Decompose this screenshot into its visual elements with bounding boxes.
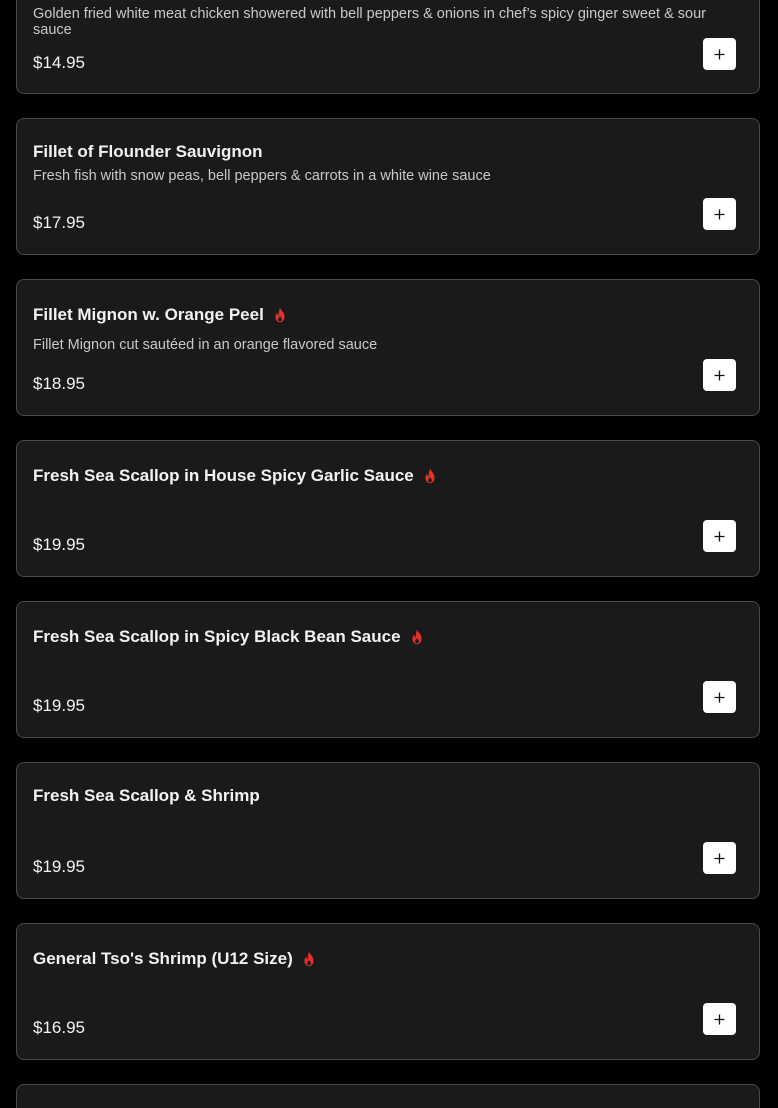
menu-item-name-text: Fillet Mignon w. Orange Peel (33, 305, 264, 324)
add-to-cart-button[interactable] (703, 198, 736, 230)
add-to-cart-button[interactable] (703, 359, 736, 391)
menu-item-description: Fresh fish with snow peas, bell peppers … (33, 168, 491, 184)
menu-item-card[interactable]: Fillet Mignon w. Orange Peel Fillet Mign… (16, 279, 760, 416)
menu-item-name-text: Fresh Sea Scallop in Spicy Black Bean Sa… (33, 627, 401, 646)
add-to-cart-button[interactable] (703, 842, 736, 874)
menu-item-price: $17.95 (33, 213, 85, 232)
add-to-cart-button[interactable] (703, 1003, 736, 1035)
menu-item-card[interactable]: Fresh Sea Scallop in House Spicy Garlic … (16, 440, 760, 577)
menu-item-card[interactable]: General Tso's Shrimp (U12 Size) $16.95 (16, 923, 760, 1060)
menu-item-price: $19.95 (33, 535, 85, 554)
menu-item-card[interactable]: Fresh Sea Scallop in Spicy Black Bean Sa… (16, 601, 760, 738)
menu-item-description: Golden fried white meat chicken showered… (33, 6, 706, 38)
menu-item-price: $16.95 (33, 1018, 85, 1037)
plus-icon (714, 370, 725, 380)
menu-item-card[interactable]: Fresh Sea Scallop & Shrimp $19.95 (16, 762, 760, 899)
flame-icon (275, 307, 285, 323)
plus-icon (714, 1014, 725, 1024)
plus-icon (714, 531, 725, 541)
flame-icon (411, 629, 422, 645)
add-to-cart-button[interactable] (703, 681, 736, 713)
menu-item-name: Fillet Mignon w. Orange Peel (33, 305, 289, 325)
menu-item-name: Fresh Sea Scallop & Shrimp (33, 786, 260, 806)
add-to-cart-button[interactable] (703, 38, 736, 70)
menu-item-price: $19.95 (33, 857, 85, 876)
menu-item-price: $19.95 (33, 696, 85, 715)
menu-item-name-text: Fillet of Flounder Sauvignon (33, 142, 263, 161)
plus-icon (714, 692, 725, 702)
plus-icon (714, 853, 725, 863)
menu-item-card[interactable]: Fillet of Flounder Sauvignon Fresh fish … (16, 118, 760, 255)
menu-item-name: General Tso's Shrimp (U12 Size) (33, 949, 318, 969)
menu-item-name-text: Fresh Sea Scallop & Shrimp (33, 786, 260, 805)
plus-icon (714, 49, 725, 59)
menu-item-description: Fillet Mignon cut sautéed in an orange f… (33, 337, 378, 353)
menu-item-list: Golden fried white meat chicken showered… (0, 0, 778, 1108)
menu-item-name: Fresh Sea Scallop in House Spicy Garlic … (33, 466, 439, 486)
menu-item-card[interactable] (16, 1084, 760, 1108)
menu-item-card[interactable]: Golden fried white meat chicken showered… (16, 0, 760, 94)
menu-item-price: $18.95 (33, 374, 85, 393)
plus-icon (714, 209, 725, 219)
menu-item-name-text: General Tso's Shrimp (U12 Size) (33, 949, 293, 968)
add-to-cart-button[interactable] (703, 520, 736, 552)
menu-item-name: Fresh Sea Scallop in Spicy Black Bean Sa… (33, 627, 426, 647)
menu-item-price: $14.95 (33, 53, 85, 72)
flame-icon (304, 951, 314, 967)
menu-item-name: Fillet of Flounder Sauvignon (33, 142, 263, 162)
flame-icon (425, 468, 435, 484)
menu-item-name-text: Fresh Sea Scallop in House Spicy Garlic … (33, 466, 414, 485)
